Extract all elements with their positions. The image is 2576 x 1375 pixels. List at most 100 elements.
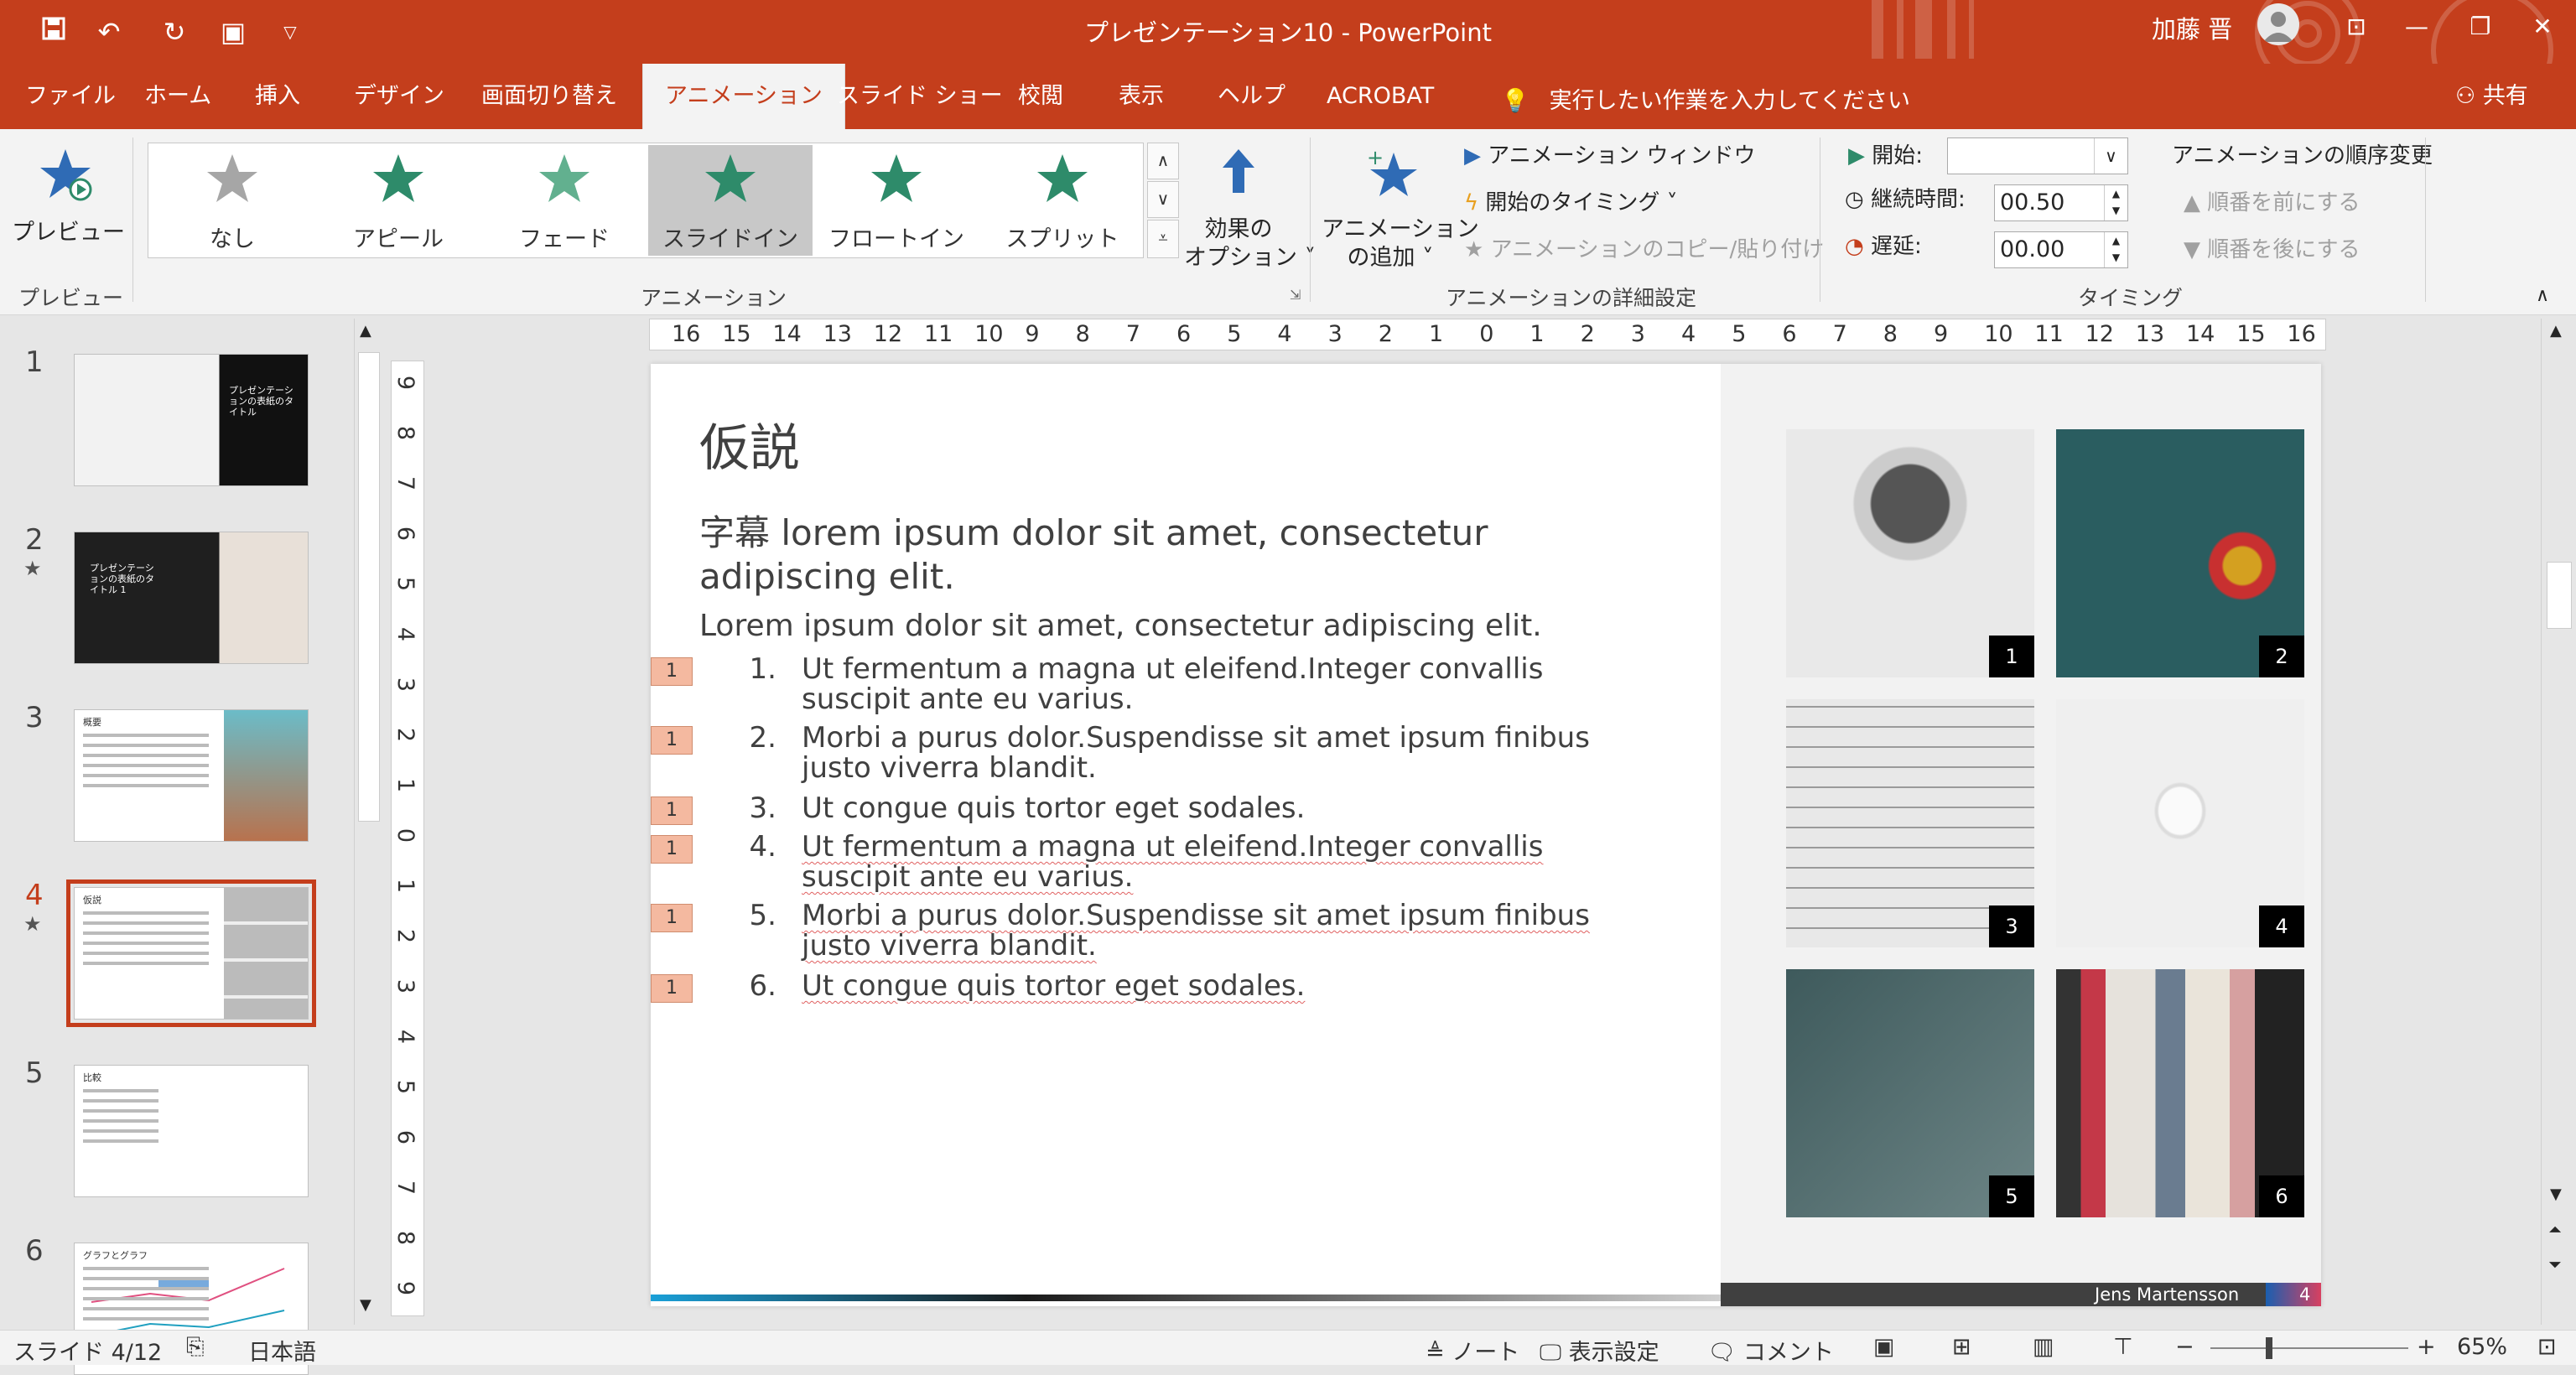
normal-view-icon[interactable]: ▣	[1873, 1334, 1895, 1360]
duration-input[interactable]: 00.50 ▲ ▼	[1994, 184, 2128, 221]
tab-view[interactable]: 表示	[1119, 82, 1164, 129]
list-item-text: Morbi a purus dolor.Suspendisse sit amet…	[802, 899, 1590, 962]
start-dropdown[interactable]: ∨	[1947, 138, 2128, 174]
dialog-launcher-icon[interactable]: ⇲	[1290, 287, 1301, 303]
tab-design[interactable]: デザイン	[354, 82, 444, 129]
slide-thumbnail[interactable]: プレゼンテーションの表紙のタイトル 1	[74, 532, 309, 664]
animation-painter-button[interactable]: ★ アニメーションのコピー/貼り付け	[1464, 235, 1824, 265]
tab-acrobat[interactable]: ACROBAT	[1327, 82, 1434, 129]
next-slide-icon[interactable]: ⏷	[2548, 1254, 2562, 1274]
slide-thumbnail[interactable]: プレゼンテーションの表紙のタイトル	[74, 354, 309, 486]
language-indicator[interactable]: 日本語	[248, 1334, 316, 1367]
slide-intro-text[interactable]: Lorem ipsum dolor sit amet, consectetur …	[699, 609, 1542, 643]
gallery-more-icon[interactable]: ⩡	[1147, 220, 1179, 258]
effect-options-button[interactable]: 効果の オプション ˅	[1184, 141, 1316, 275]
gallery-item[interactable]: スプリット	[980, 145, 1145, 256]
animation-order-tag[interactable]: 1	[651, 726, 693, 755]
tab-insert[interactable]: 挿入	[255, 82, 300, 129]
thumbnail-scrollbar[interactable]: ▲ ▼	[354, 319, 384, 1325]
scroll-up-icon[interactable]: ▲	[2550, 322, 2562, 340]
minimize-icon[interactable]: —	[2392, 8, 2442, 45]
add-animation-button[interactable]: + アニメーション の追加 ˅	[1322, 141, 1479, 275]
animation-order-tag[interactable]: 1	[651, 904, 693, 932]
tell-me-search[interactable]: 💡 実行したい作業を入力してください	[1501, 82, 1910, 115]
animation-order-tag[interactable]: 1	[651, 974, 693, 1003]
scroll-down-icon[interactable]: ▼	[360, 1296, 371, 1314]
move-earlier-button[interactable]: ▲ 順番を前にする	[2184, 188, 2360, 218]
gallery-item[interactable]: フロートイン	[814, 145, 979, 256]
slide-sorter-icon[interactable]: ⊞	[1952, 1334, 1971, 1360]
ribbon-tab-bar: ファイル ホーム 挿入 デザイン 画面切り替え アニメーション スライド ショー…	[0, 64, 2576, 129]
animation-order-tag[interactable]: 1	[651, 796, 693, 825]
tab-animations[interactable]: アニメーション	[642, 64, 845, 129]
chevron-down-icon[interactable]: ∨	[2094, 138, 2127, 174]
gallery-item[interactable]: アピール	[316, 145, 480, 256]
tab-transitions[interactable]: 画面切り替え	[481, 82, 617, 129]
previous-slide-icon[interactable]: ⏶	[2548, 1219, 2562, 1239]
gallery-item[interactable]: なし	[150, 145, 314, 256]
close-icon[interactable]: ✕	[2517, 8, 2568, 45]
slide-title[interactable]: 仮説	[699, 407, 800, 480]
microscope-photo[interactable]: 1	[1786, 429, 2034, 677]
animation-order-tag[interactable]: 1	[651, 835, 693, 864]
slide-thumbnail[interactable]: 概要	[74, 709, 309, 842]
user-name[interactable]: 加藤 晋	[2152, 10, 2232, 45]
spinner-arrows-icon[interactable]: ▲ ▼	[2104, 185, 2127, 221]
notes-button[interactable]: ≜ ノート	[1426, 1334, 1519, 1367]
tab-review[interactable]: 校閲	[1018, 82, 1063, 129]
reorder-title: アニメーションの順序変更	[2172, 143, 2433, 169]
zoom-slider-handle[interactable]	[2266, 1337, 2272, 1359]
avatar[interactable]	[2257, 3, 2299, 45]
scroll-up-icon[interactable]: ▲	[360, 322, 371, 340]
ribbon-display-icon[interactable]: ⊡	[2331, 8, 2381, 45]
tab-home[interactable]: ホーム	[144, 82, 211, 129]
ruler-tick-label: 7	[1832, 321, 1847, 347]
scrollbar-thumb[interactable]	[2547, 562, 2572, 629]
preview-button[interactable]: プレビュー	[12, 141, 125, 267]
gallery-item[interactable]: スライドイン	[648, 145, 813, 256]
display-settings-button[interactable]: 🖵 表示設定	[1540, 1334, 1659, 1367]
slide-scrollbar[interactable]: ▲ ▼ ⏶ ⏷	[2541, 319, 2576, 1325]
books-photo[interactable]: 6	[2056, 969, 2304, 1217]
thumbnail-text-line	[83, 952, 209, 955]
slide-thumbnail[interactable]: 仮説	[66, 879, 316, 1027]
zoom-out-icon[interactable]: −	[2175, 1334, 2194, 1360]
move-later-button[interactable]: ▼ 順番を後にする	[2184, 235, 2360, 265]
tab-slideshow[interactable]: スライド ショー	[837, 82, 1003, 129]
delay-input[interactable]: 00.00 ▲ ▼	[1994, 231, 2128, 268]
pencils-chalkboard-photo[interactable]: 2	[2056, 429, 2304, 677]
spellcheck-icon[interactable]: ⎘	[186, 1334, 205, 1361]
reading-view-icon[interactable]: ▥	[2033, 1334, 2054, 1360]
title-bar: ↶ ↻ ▣ ▽ プレゼンテーション10 - PowerPoint 加藤 晋 ⊡ …	[0, 0, 2576, 64]
animation-order-tag[interactable]: 1	[651, 657, 693, 686]
scrollbar-thumb[interactable]	[358, 352, 380, 822]
zoom-slider[interactable]	[2210, 1337, 2408, 1359]
delay-clock-icon: ◔	[1845, 234, 1864, 259]
zoom-level[interactable]: 65%	[2457, 1334, 2507, 1360]
chalkboard-formula-photo[interactable]: 5	[1786, 969, 2034, 1217]
slide-subtitle[interactable]: 字幕 lorem ipsum dolor sit amet, consectet…	[699, 511, 1521, 599]
slideshow-view-icon[interactable]: ⊤	[2113, 1334, 2133, 1360]
collapse-ribbon-icon[interactable]: ∧	[2536, 285, 2549, 306]
ruler-tick-label: 16	[2287, 321, 2316, 347]
restore-icon[interactable]: ❐	[2455, 8, 2506, 45]
slide-canvas[interactable]: 仮説 字幕 lorem ipsum dolor sit amet, consec…	[651, 364, 2321, 1306]
ruler-tick-label: 8	[1075, 321, 1090, 347]
scroll-down-icon[interactable]: ▼	[2550, 1186, 2562, 1203]
gallery-scroll-down-icon[interactable]: ∨	[1147, 181, 1179, 218]
gallery-item[interactable]: フェード	[482, 145, 647, 256]
astronaut-photo[interactable]: 4	[2056, 699, 2304, 947]
zoom-in-icon[interactable]: +	[2417, 1334, 2436, 1360]
share-button[interactable]: ⚇ 共有	[2455, 77, 2528, 110]
tab-file[interactable]: ファイル	[25, 82, 116, 129]
ruler-tick-label: 16	[672, 321, 701, 347]
spinner-arrows-icon[interactable]: ▲ ▼	[2104, 232, 2127, 267]
gallery-scroll-up-icon[interactable]: ∧	[1147, 143, 1179, 179]
comments-button[interactable]: 🗨 コメント	[1707, 1334, 1834, 1367]
slide-thumbnail[interactable]: 比較	[74, 1065, 309, 1197]
animation-pane-button[interactable]: ▶ アニメーション ウィンドウ	[1464, 141, 1756, 171]
tab-help[interactable]: ヘルプ	[1218, 82, 1285, 129]
fit-to-window-icon[interactable]: ⊡	[2537, 1334, 2557, 1360]
blueprint-photo[interactable]: 3	[1786, 699, 2034, 947]
trigger-button[interactable]: ϟ 開始のタイミング ˅	[1464, 188, 1678, 218]
